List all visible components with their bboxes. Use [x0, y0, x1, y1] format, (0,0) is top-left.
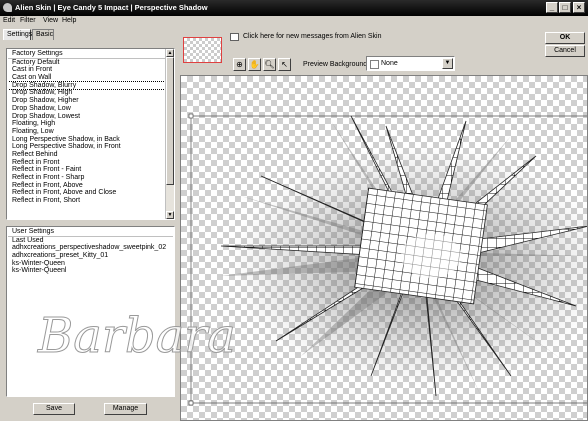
factory-settings-items: Factory Settings Factory Default Cast in …: [8, 50, 165, 218]
watermark-signature: Barbara: [37, 308, 237, 365]
close-icon[interactable]: ×: [573, 2, 585, 13]
window-title: Alien Skin | Eye Candy 5 Impact | Perspe…: [15, 3, 208, 12]
factory-setting-item[interactable]: Reflect in Front - Sharp: [8, 174, 165, 182]
factory-setting-item[interactable]: Reflect in Front, Short: [8, 197, 165, 205]
factory-setting-item[interactable]: Reflect in Front, Above and Close: [8, 189, 165, 197]
preview-background-label: Preview Background:: [303, 61, 370, 68]
save-button[interactable]: Save: [33, 403, 75, 415]
factory-setting-item[interactable]: Drop Shadow, Lowest: [8, 113, 165, 121]
background-swatch: [370, 60, 379, 69]
factory-setting-item[interactable]: Drop Shadow, Blurry: [8, 80, 165, 91]
factory-setting-item[interactable]: Long Perspective Shadow, in Front: [8, 143, 165, 151]
guide-handle[interactable]: [188, 400, 194, 406]
factory-scrollbar[interactable]: ▲ ▼: [165, 49, 174, 219]
minimize-icon[interactable]: _: [546, 2, 558, 13]
title-bar: Alien Skin | Eye Candy 5 Impact | Perspe…: [0, 0, 588, 16]
factory-setting-item[interactable]: Cast on Wall: [8, 74, 165, 82]
factory-setting-item[interactable]: Reflect in Front, Above: [8, 182, 165, 190]
ok-button[interactable]: OK: [545, 32, 585, 44]
scrollbar-thumb[interactable]: [166, 57, 174, 185]
hand-icon[interactable]: ✋: [248, 58, 261, 71]
preview-background-value: None: [381, 60, 398, 67]
user-setting-item[interactable]: adhxcreations_perspectiveshadow_sweetpin…: [8, 244, 173, 252]
menu-bar: Edit Filter View Help: [0, 16, 588, 27]
user-setting-item[interactable]: adhxcreations_preset_Kitty_01: [8, 252, 173, 260]
factory-setting-item[interactable]: Reflect Behind: [8, 151, 165, 159]
guide-handle[interactable]: [188, 113, 194, 119]
preview-navigator-thumbnail[interactable]: [183, 37, 222, 63]
message-bar: Click here for new messages from Alien S…: [227, 31, 487, 43]
chat-icon: [230, 33, 239, 41]
arrow-down-icon[interactable]: ▼: [166, 211, 174, 219]
user-setting-item[interactable]: Last Used: [8, 237, 173, 245]
factory-setting-item[interactable]: Reflect in Front - Faint: [8, 166, 165, 174]
app-icon[interactable]: [3, 3, 12, 12]
zoom-icon[interactable]: 🔍︎: [263, 58, 276, 71]
factory-setting-item[interactable]: Reflect in Front: [8, 159, 165, 167]
factory-settings-list[interactable]: Factory Settings Factory Default Cast in …: [6, 48, 175, 220]
preview-background-select[interactable]: None ▼: [366, 56, 455, 71]
menu-edit[interactable]: Edit: [3, 17, 15, 24]
menu-filter[interactable]: Filter: [20, 17, 36, 24]
watermark-text: Barbara: [37, 308, 236, 364]
user-settings-header: User Settings: [8, 228, 173, 237]
manage-button[interactable]: Manage: [104, 403, 147, 415]
menu-view[interactable]: View: [43, 17, 58, 24]
maximize-icon[interactable]: □: [559, 2, 571, 13]
pointer-icon[interactable]: ↖: [278, 58, 291, 71]
user-setting-item[interactable]: ks-Winter-Queen: [8, 260, 173, 268]
factory-setting-item[interactable]: Floating, High: [8, 120, 165, 128]
factory-setting-item[interactable]: Floating, Low: [8, 128, 165, 136]
factory-setting-item[interactable]: Drop Shadow, Higher: [8, 97, 165, 105]
zoom-fit-icon[interactable]: ⊕: [233, 58, 246, 71]
cancel-button[interactable]: Cancel: [545, 45, 585, 57]
factory-settings-header: Factory Settings: [8, 50, 165, 59]
star-highlight: [401, 234, 461, 278]
chevron-down-icon[interactable]: ▼: [442, 58, 453, 69]
factory-setting-item[interactable]: Drop Shadow, High: [8, 89, 165, 97]
messages-link[interactable]: Click here for new messages from Alien S…: [243, 31, 382, 43]
factory-setting-item[interactable]: Drop Shadow, Low: [8, 105, 165, 113]
user-setting-item[interactable]: ks-Winter-Queenl: [8, 267, 173, 275]
factory-setting-item[interactable]: Long Perspective Shadow, in Back: [8, 136, 165, 144]
tab-settings[interactable]: Settings: [3, 29, 32, 40]
factory-setting-item[interactable]: Cast in Front: [8, 66, 165, 74]
menu-help[interactable]: Help: [62, 17, 76, 24]
factory-setting-item[interactable]: Factory Default: [8, 59, 165, 67]
arrow-up-icon[interactable]: ▲: [166, 49, 174, 57]
tab-basic[interactable]: Basic: [32, 29, 54, 40]
